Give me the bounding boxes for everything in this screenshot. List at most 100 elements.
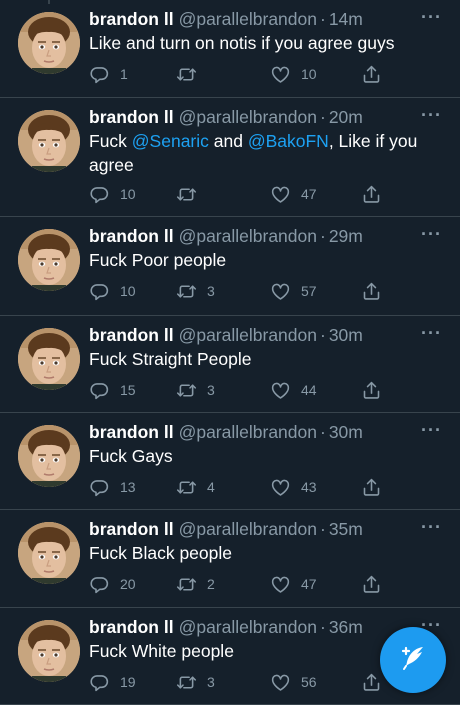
share-button[interactable] bbox=[361, 279, 382, 303]
reply-button[interactable]: 10 bbox=[89, 182, 136, 206]
share-button[interactable] bbox=[361, 670, 382, 694]
retweet-button[interactable]: 3 bbox=[176, 378, 215, 402]
tweet-timestamp[interactable]: 30m bbox=[329, 420, 363, 444]
retweet-count: 3 bbox=[207, 382, 215, 398]
tweet-timestamp[interactable]: 36m bbox=[329, 615, 363, 639]
reply-button[interactable]: 13 bbox=[89, 475, 136, 499]
reply-button[interactable]: 10 bbox=[89, 279, 136, 303]
reply-count: 20 bbox=[120, 576, 136, 592]
tweet-item[interactable]: brandon ll @parallelbrandon · 35m Fuck Black… bbox=[0, 510, 460, 608]
tweet-timestamp[interactable]: 14m bbox=[329, 7, 363, 31]
retweet-button[interactable] bbox=[176, 182, 207, 206]
tweet-timestamp[interactable]: 30m bbox=[329, 323, 363, 347]
like-button[interactable]: 44 bbox=[270, 378, 317, 402]
reply-button[interactable]: 20 bbox=[89, 572, 136, 596]
author-handle[interactable]: @parallelbrandon bbox=[179, 105, 317, 129]
heart-icon bbox=[270, 574, 291, 595]
retweet-button[interactable]: 3 bbox=[176, 279, 215, 303]
author-name[interactable]: brandon ll bbox=[89, 105, 174, 129]
tweet-header: brandon ll @parallelbrandon · 20m bbox=[89, 105, 444, 129]
more-options-icon[interactable]: ··· bbox=[421, 421, 442, 439]
author-name[interactable]: brandon ll bbox=[89, 420, 174, 444]
like-button[interactable]: 56 bbox=[270, 670, 317, 694]
share-button[interactable] bbox=[361, 62, 382, 86]
retweet-button[interactable]: 2 bbox=[176, 572, 215, 596]
tweet-actions: 10 3 57 bbox=[89, 279, 389, 303]
share-button[interactable] bbox=[361, 378, 382, 402]
separator-dot: · bbox=[320, 519, 326, 539]
avatar[interactable] bbox=[18, 12, 80, 74]
like-button[interactable]: 10 bbox=[270, 62, 317, 86]
author-handle[interactable]: @parallelbrandon bbox=[179, 420, 317, 444]
like-button[interactable]: 57 bbox=[270, 279, 317, 303]
reply-icon bbox=[89, 477, 110, 498]
more-options-icon[interactable]: ··· bbox=[421, 518, 442, 536]
tweet-text: Fuck @Senaric and @BakoFN, Like if you a… bbox=[89, 129, 444, 177]
share-button[interactable] bbox=[361, 572, 382, 596]
tweet-timestamp[interactable]: 29m bbox=[329, 224, 363, 248]
author-handle[interactable]: @parallelbrandon bbox=[179, 323, 317, 347]
author-handle[interactable]: @parallelbrandon bbox=[179, 224, 317, 248]
tweet-text: Fuck Straight People bbox=[89, 347, 444, 371]
more-options-icon[interactable]: ··· bbox=[421, 106, 442, 124]
reply-button[interactable]: 19 bbox=[89, 670, 136, 694]
tweet-timestamp[interactable]: 20m bbox=[329, 105, 363, 129]
tweet-timestamp[interactable]: 35m bbox=[329, 517, 363, 541]
mention-link[interactable]: @BakoFN bbox=[248, 131, 329, 151]
tweet-item[interactable]: brandon ll @parallelbrandon · 30m Fuck Gays ·… bbox=[0, 413, 460, 510]
author-name[interactable]: brandon ll bbox=[89, 323, 174, 347]
like-button[interactable]: 47 bbox=[270, 572, 317, 596]
like-button[interactable]: 47 bbox=[270, 182, 317, 206]
share-button[interactable] bbox=[361, 475, 382, 499]
author-name[interactable]: brandon ll bbox=[89, 615, 174, 639]
avatar-image bbox=[18, 522, 80, 584]
avatar[interactable] bbox=[18, 328, 80, 390]
reply-button[interactable]: 1 bbox=[89, 62, 128, 86]
more-options-icon[interactable]: ··· bbox=[421, 324, 442, 342]
tweet-item[interactable]: brandon ll @parallelbrandon · 20m Fuck @Sena… bbox=[0, 98, 460, 217]
tweet-body: brandon ll @parallelbrandon · 30m Fuck Strai… bbox=[89, 323, 444, 371]
avatar[interactable] bbox=[18, 522, 80, 584]
more-options-icon[interactable]: ··· bbox=[421, 225, 442, 243]
author-name[interactable]: brandon ll bbox=[89, 224, 174, 248]
retweet-button[interactable]: 4 bbox=[176, 475, 215, 499]
avatar[interactable] bbox=[18, 425, 80, 487]
more-options-icon[interactable]: ··· bbox=[421, 8, 442, 26]
reply-button[interactable]: 15 bbox=[89, 378, 136, 402]
separator-dot: · bbox=[320, 107, 326, 127]
tweet-text-segment: Fuck Black people bbox=[89, 543, 232, 563]
reply-icon bbox=[89, 64, 110, 85]
tweet-body: brandon ll @parallelbrandon · 35m Fuck Black… bbox=[89, 517, 444, 565]
reply-icon bbox=[89, 574, 110, 595]
tweet-item[interactable]: brandon ll @parallelbrandon · 14m Like and t… bbox=[0, 0, 460, 98]
author-handle[interactable]: @parallelbrandon bbox=[179, 615, 317, 639]
retweet-count: 3 bbox=[207, 283, 215, 299]
reply-count: 10 bbox=[120, 186, 136, 202]
author-name[interactable]: brandon ll bbox=[89, 517, 174, 541]
avatar-image bbox=[18, 425, 80, 487]
separator-dot: · bbox=[320, 617, 326, 637]
avatar[interactable] bbox=[18, 229, 80, 291]
mention-link[interactable]: @Senaric bbox=[132, 131, 209, 151]
like-count: 57 bbox=[301, 283, 317, 299]
like-button[interactable]: 43 bbox=[270, 475, 317, 499]
separator-dot: · bbox=[320, 226, 326, 246]
avatar[interactable] bbox=[18, 620, 80, 682]
tweet-header: brandon ll @parallelbrandon · 30m bbox=[89, 420, 444, 444]
avatar[interactable] bbox=[18, 110, 80, 172]
compose-tweet-button[interactable] bbox=[380, 627, 446, 693]
tweet-text: Fuck Poor people bbox=[89, 248, 444, 272]
tweet-actions: 19 3 56 bbox=[89, 670, 389, 694]
tweet-item[interactable]: brandon ll @parallelbrandon · 30m Fuck Strai… bbox=[0, 316, 460, 413]
retweet-button[interactable]: 3 bbox=[176, 670, 215, 694]
tweet-header: brandon ll @parallelbrandon · 29m bbox=[89, 224, 444, 248]
author-handle[interactable]: @parallelbrandon bbox=[179, 7, 317, 31]
tweet-item[interactable]: brandon ll @parallelbrandon · 29m Fuck Poor … bbox=[0, 217, 460, 316]
author-name[interactable]: brandon ll bbox=[89, 7, 174, 31]
tweet-actions: 20 2 47 bbox=[89, 572, 389, 596]
retweet-button[interactable] bbox=[176, 62, 207, 86]
reply-count: 1 bbox=[120, 66, 128, 82]
author-handle[interactable]: @parallelbrandon bbox=[179, 517, 317, 541]
tweet-actions: 10 47 bbox=[89, 182, 389, 206]
share-button[interactable] bbox=[361, 182, 382, 206]
